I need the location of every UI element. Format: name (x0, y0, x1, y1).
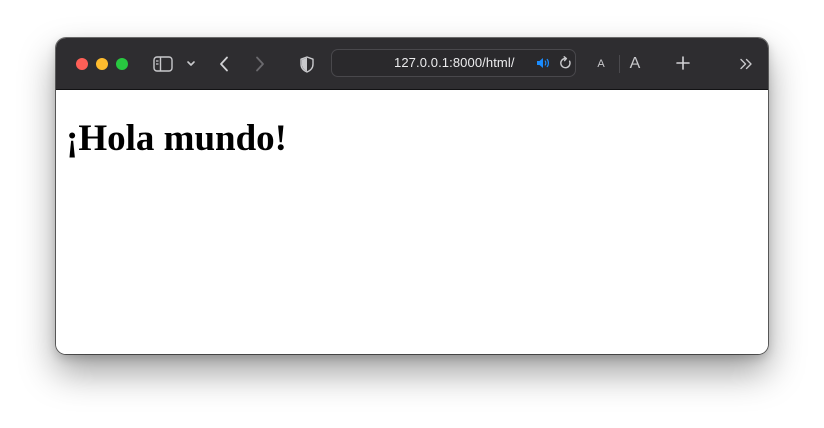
reload-icon[interactable] (558, 56, 572, 70)
minimize-window-button[interactable] (96, 58, 108, 70)
page-heading: ¡Hola mundo! (66, 118, 288, 159)
browser-toolbar: 127.0.0.1:8000/html/ A A (56, 38, 768, 90)
back-icon[interactable] (216, 54, 232, 74)
text-smaller-label: A (597, 58, 605, 70)
text-larger-icon[interactable]: A (627, 53, 643, 75)
browser-window: 127.0.0.1:8000/html/ A A ¡Hola mundo! (56, 38, 768, 354)
address-bar[interactable]: 127.0.0.1:8000/html/ (331, 49, 576, 77)
close-window-button[interactable] (76, 58, 88, 70)
url-text: 127.0.0.1:8000/html/ (394, 55, 515, 70)
sidebar-icon[interactable] (152, 54, 174, 74)
zoom-window-button[interactable] (116, 58, 128, 70)
plus-icon[interactable] (674, 54, 692, 72)
double-chevron-icon[interactable] (738, 56, 754, 72)
toolbar-separator (619, 55, 620, 73)
chevron-down-icon[interactable] (185, 58, 197, 70)
speaker-icon[interactable] (535, 56, 551, 70)
page-content: ¡Hola mundo! (56, 90, 768, 354)
desktop-background: 127.0.0.1:8000/html/ A A ¡Hola mundo! (0, 0, 824, 428)
forward-icon[interactable] (252, 54, 268, 74)
text-larger-label: A (629, 55, 641, 72)
privacy-shield-icon[interactable] (299, 54, 315, 74)
text-smaller-icon[interactable]: A (595, 55, 607, 73)
